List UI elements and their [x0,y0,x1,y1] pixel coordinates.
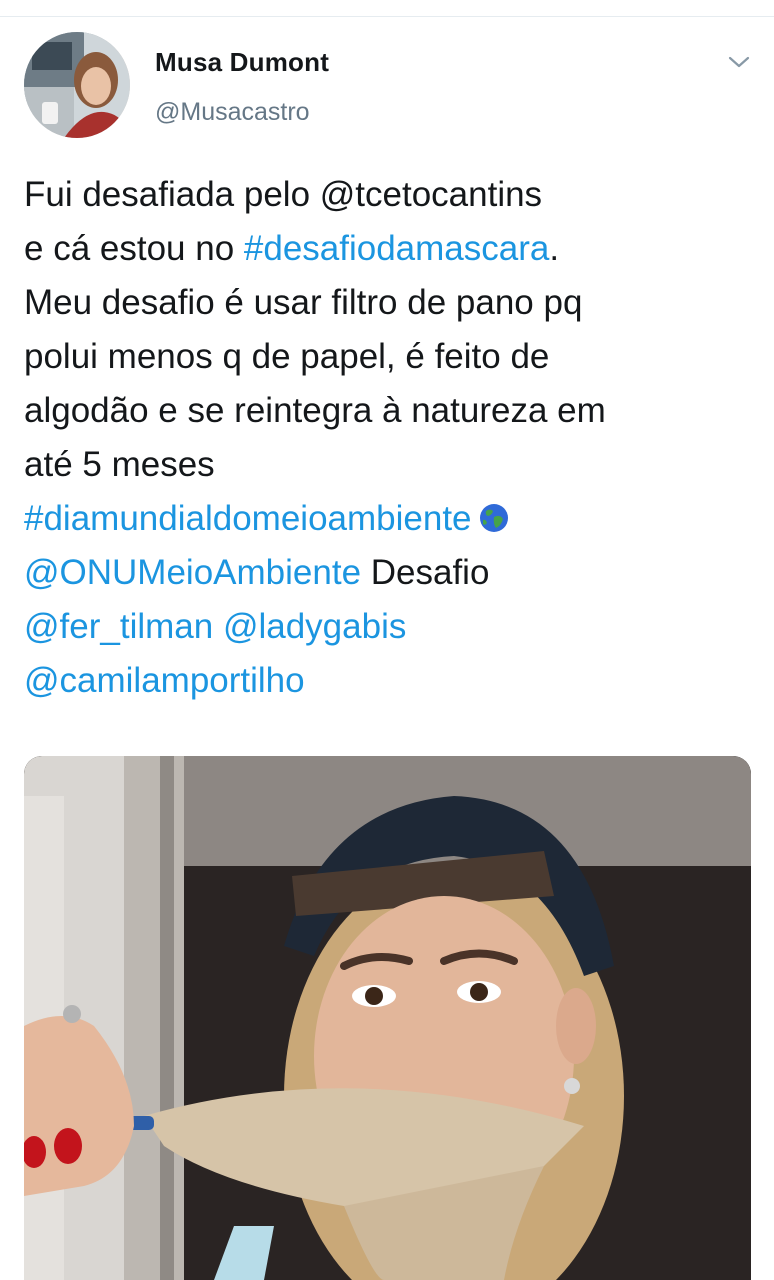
tweet-line: e cá estou no #desafiodamascara. [24,222,754,276]
tweet-text-segment: polui menos q de papel, é feito de [24,337,550,376]
mention-link[interactable]: @fer_tilman [24,607,213,646]
mention-link[interactable]: @ladygabis [223,607,406,646]
tweet-text-segment: . [549,229,560,268]
tweet-options-button[interactable] [724,50,754,74]
display-name[interactable]: Musa Dumont [155,47,329,78]
tweet-line: algodão e se reintegra à natureza em [24,384,754,438]
tweet-text-segment: e cá estou no [24,229,244,268]
tweet-line: polui menos q de papel, é feito de [24,330,754,384]
photo-image [24,756,751,1280]
tweet-text-segment: Meu desafio é usar filtro de pano pq [24,283,583,322]
hashtag-link[interactable]: #diamundialdomeioambiente [24,499,472,538]
top-divider [0,16,774,17]
tweet-text: Fui desafiada pelo @tcetocantins e cá est… [24,168,754,708]
tweet-line: @ONUMeioAmbiente Desafio [24,546,754,600]
avatar-photo [24,32,130,138]
earth-globe-icon [479,504,508,532]
tweet-line: Fui desafiada pelo @tcetocantins [24,168,754,222]
tweet-line: @fer_tilman @ladygabis [24,600,754,654]
tweet-text-segment: Desafio [361,553,490,592]
tweet-line: @camilamportilho [24,654,754,708]
tweet-line: Meu desafio é usar filtro de pano pq [24,276,754,330]
mention-link[interactable]: @camilamportilho [24,661,305,700]
tweet-line: #diamundialdomeioambiente [24,492,754,546]
tweet-text-segment: Fui desafiada pelo @tcetocantins [24,175,543,214]
tweet-line: até 5 meses [24,438,754,492]
tweet-text-segment [213,607,223,646]
tweet-text-segment: até 5 meses [24,445,215,484]
tweet-photo[interactable] [24,756,751,1280]
user-handle[interactable]: @Musacastro [155,98,310,127]
hashtag-link[interactable]: #desafiodamascara [244,229,549,268]
avatar[interactable] [24,32,130,138]
chevron-down-icon [728,56,750,68]
tweet-text-segment: algodão e se reintegra à natureza em [24,391,606,430]
mention-link[interactable]: @ONUMeioAmbiente [24,553,361,592]
